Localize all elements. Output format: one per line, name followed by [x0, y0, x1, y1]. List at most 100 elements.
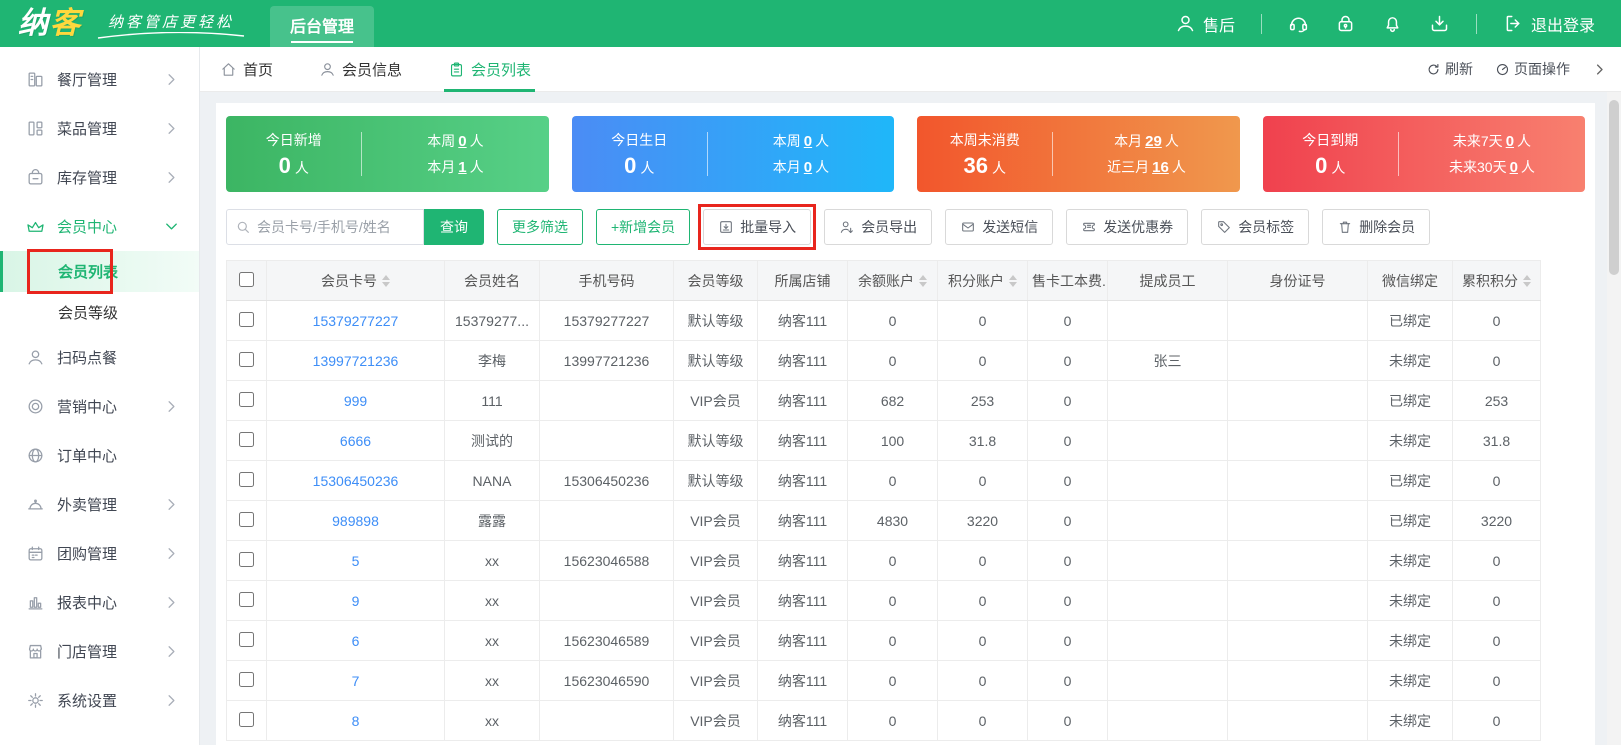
- row-checkbox[interactable]: [239, 671, 254, 687]
- table-cell: 0: [1452, 300, 1541, 341]
- send-coupon-label: 发送优惠券: [1103, 219, 1174, 235]
- sidebar-item-dish-management[interactable]: 菜品管理: [0, 104, 199, 153]
- table-cell: 15623046589: [539, 620, 674, 661]
- bell-icon[interactable]: [1382, 13, 1403, 34]
- send-sms-button[interactable]: 发送短信: [945, 209, 1054, 245]
- sort-arrows-icon[interactable]: [1523, 274, 1531, 287]
- row-checkbox[interactable]: [239, 511, 254, 527]
- after-sales-button[interactable]: 售后: [1175, 12, 1235, 36]
- lock-icon[interactable]: [1335, 13, 1356, 34]
- logout-icon: [1503, 13, 1524, 34]
- sidebar-item-marketing-center[interactable]: 营销中心: [0, 382, 199, 431]
- query-button[interactable]: 查询: [424, 209, 484, 245]
- column-label: 会员等级: [687, 272, 744, 289]
- member-card-link[interactable]: 7: [352, 673, 360, 689]
- headset-icon[interactable]: [1288, 13, 1309, 34]
- sidebar-subitem-member-list[interactable]: 会员列表: [0, 249, 199, 294]
- table-cell: 0: [937, 660, 1028, 701]
- sidebar-item-groupbuy-management[interactable]: 团购管理: [0, 529, 199, 578]
- row-checkbox[interactable]: [239, 631, 254, 647]
- member-card-link[interactable]: 8: [352, 713, 360, 729]
- member-card-link[interactable]: 989898: [332, 513, 379, 529]
- sidebar-item-restaurant-management[interactable]: 餐厅管理: [0, 55, 199, 104]
- row-checkbox-cell: [226, 500, 267, 541]
- sidebar-subitem-member-level[interactable]: 会员等级: [0, 292, 199, 333]
- tab-member-info[interactable]: 会员信息: [315, 47, 406, 92]
- refresh-button[interactable]: 刷新: [1426, 59, 1473, 79]
- sidebar-item-system-settings[interactable]: 系统设置: [0, 676, 199, 725]
- row-checkbox[interactable]: [239, 311, 254, 327]
- member-card-link[interactable]: 6666: [340, 433, 371, 449]
- member-card-link[interactable]: 5: [352, 553, 360, 569]
- table-cell: 0: [1452, 580, 1541, 621]
- stat-card-value: 0人: [278, 152, 309, 178]
- stat-card-value: 0人: [1315, 152, 1346, 178]
- sort-arrows-icon[interactable]: [1009, 274, 1017, 287]
- sidebar-item-inventory-management[interactable]: 库存管理: [0, 153, 199, 202]
- member-card-link[interactable]: 15306450236: [313, 473, 399, 489]
- table-cell: 测试的: [444, 420, 540, 461]
- chevron-right-icon[interactable]: [1592, 62, 1607, 77]
- logout-button[interactable]: 退出登录: [1503, 12, 1595, 36]
- member-export-button[interactable]: 会员导出: [824, 209, 933, 245]
- tab-member-list[interactable]: 会员列表: [444, 47, 536, 92]
- stat-card-week-no-consume: 本周未消费 36 人 本月 29 人近三月 16 人: [917, 116, 1240, 192]
- member-card-link[interactable]: 15379277227: [313, 313, 399, 329]
- member-card-link[interactable]: 999: [344, 393, 367, 409]
- row-checkbox[interactable]: [239, 711, 254, 727]
- row-checkbox[interactable]: [239, 431, 254, 447]
- member-card-link[interactable]: 13997721236: [313, 353, 399, 369]
- row-checkbox[interactable]: [239, 551, 254, 567]
- page-action-button[interactable]: 页面操作: [1495, 59, 1570, 79]
- table-cell: 默认等级: [673, 340, 758, 381]
- table-cell: 0: [1027, 540, 1108, 581]
- vertical-scrollbar[interactable]: [1607, 92, 1621, 745]
- scrollbar-thumb[interactable]: [1609, 100, 1619, 275]
- sidebar-item-report-center[interactable]: 报表中心: [0, 578, 199, 627]
- column-header-inner: 会员等级: [688, 271, 744, 291]
- download-icon[interactable]: [1429, 13, 1450, 34]
- stat-card-detail: 本月 29 人: [1114, 133, 1179, 150]
- table-cell: 纳客111: [757, 300, 848, 341]
- column-header: 会员等级: [673, 260, 758, 301]
- sort-arrows-icon[interactable]: [919, 274, 927, 287]
- table-cell: VIP会员: [673, 500, 758, 541]
- row-checkbox[interactable]: [239, 391, 254, 407]
- search-icon: [235, 219, 251, 235]
- batch-import-button[interactable]: 批量导入: [698, 204, 817, 250]
- member-card-link[interactable]: 6: [352, 633, 360, 649]
- delete-member-button[interactable]: 删除会员: [1322, 209, 1431, 245]
- column-label: 身份证号: [1269, 272, 1326, 289]
- send-sms-label: 发送短信: [982, 219, 1039, 235]
- calendar-icon: [26, 544, 45, 563]
- table-cell: 未绑定: [1367, 540, 1453, 581]
- sidebar-item-takeout-management[interactable]: 外卖管理: [0, 480, 199, 529]
- table-cell: 露露: [444, 500, 540, 541]
- slogan-underline-swoosh: [97, 31, 245, 39]
- add-member-button[interactable]: +新增会员: [596, 209, 691, 245]
- sidebar-subitem-label: 会员等级: [58, 305, 119, 322]
- send-coupon-button[interactable]: 发送优惠券: [1066, 209, 1189, 245]
- row-checkbox[interactable]: [239, 351, 254, 367]
- import-icon: [718, 219, 734, 235]
- row-checkbox[interactable]: [239, 591, 254, 607]
- table-cell: 0: [1452, 660, 1541, 701]
- sidebar-item-member-center[interactable]: 会员中心: [0, 202, 199, 251]
- sidebar-item-store-management[interactable]: 门店管理: [0, 627, 199, 676]
- table-cell: 31.8: [1452, 420, 1541, 461]
- member-card-link[interactable]: 9: [352, 593, 360, 609]
- row-checkbox[interactable]: [239, 471, 254, 487]
- add-member-label: +新增会员: [611, 219, 676, 235]
- table-row: 13997721236 李梅 13997721236 默认等级 纳客111 0 0 0 张三 未绑…: [226, 340, 1541, 381]
- sort-arrows-icon[interactable]: [382, 274, 390, 287]
- sidebar-item-label: 营销中心: [57, 399, 118, 416]
- table-cell: 0: [937, 460, 1028, 501]
- tab-home[interactable]: 首页: [216, 47, 277, 92]
- sidebar-item-order-center[interactable]: 订单中心: [0, 431, 199, 480]
- nav-tab-backend[interactable]: 后台管理: [270, 6, 375, 47]
- member-tag-button[interactable]: 会员标签: [1201, 209, 1310, 245]
- select-all-checkbox[interactable]: [239, 271, 254, 287]
- search-input[interactable]: [257, 219, 415, 235]
- more-filter-button[interactable]: 更多筛选: [497, 209, 583, 245]
- sidebar-item-scan-order[interactable]: 扫码点餐: [0, 333, 199, 382]
